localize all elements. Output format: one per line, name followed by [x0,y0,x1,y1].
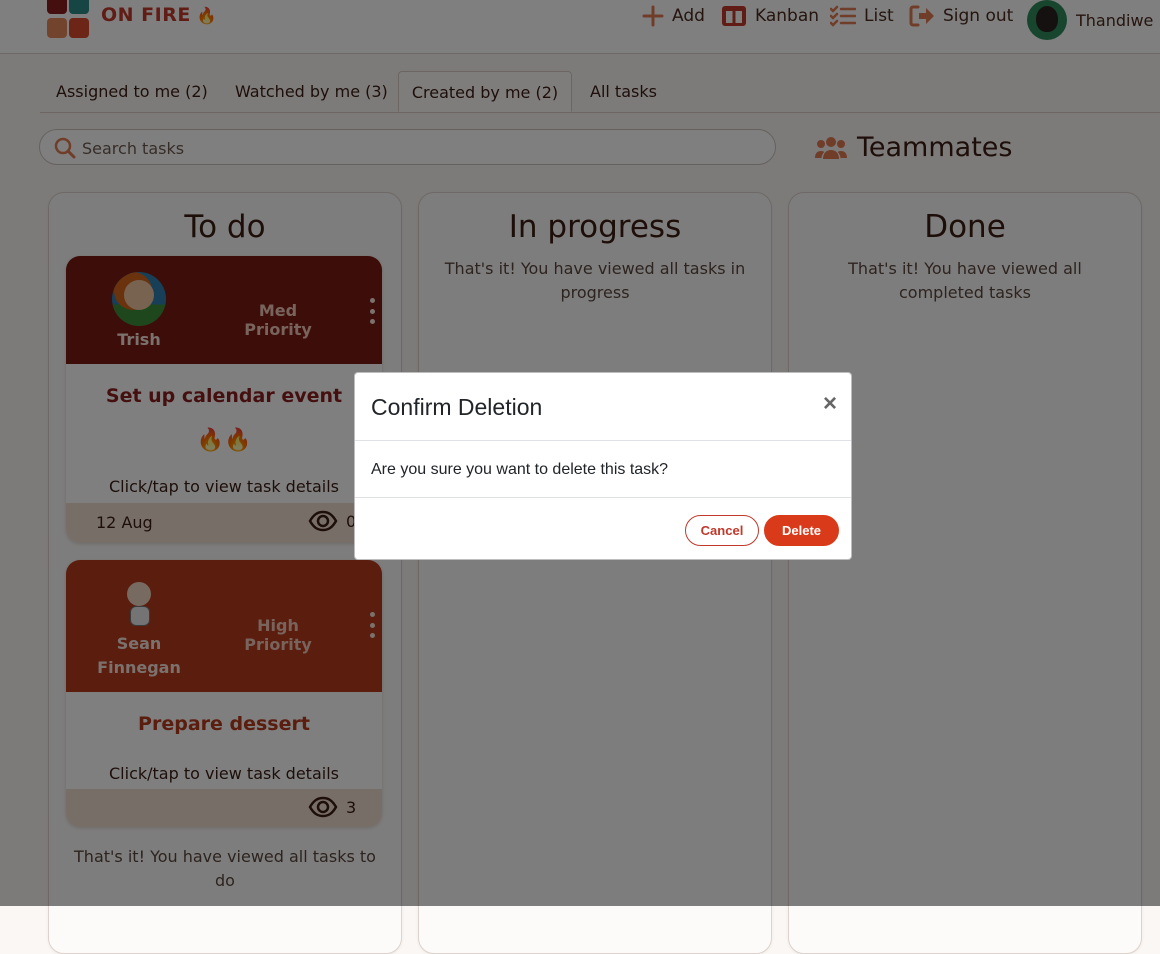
modal-title: Confirm Deletion [371,394,543,420]
modal-footer: Cancel Delete [355,497,851,560]
modal-message: Are you sure you want to delete this tas… [371,461,669,478]
modal-header: Confirm Deletion × [355,373,851,441]
cancel-button[interactable]: Cancel [685,515,759,546]
confirm-deletion-dialog: Confirm Deletion × Are you sure you want… [354,372,852,560]
close-icon[interactable]: × [823,390,837,418]
delete-button[interactable]: Delete [764,515,839,546]
